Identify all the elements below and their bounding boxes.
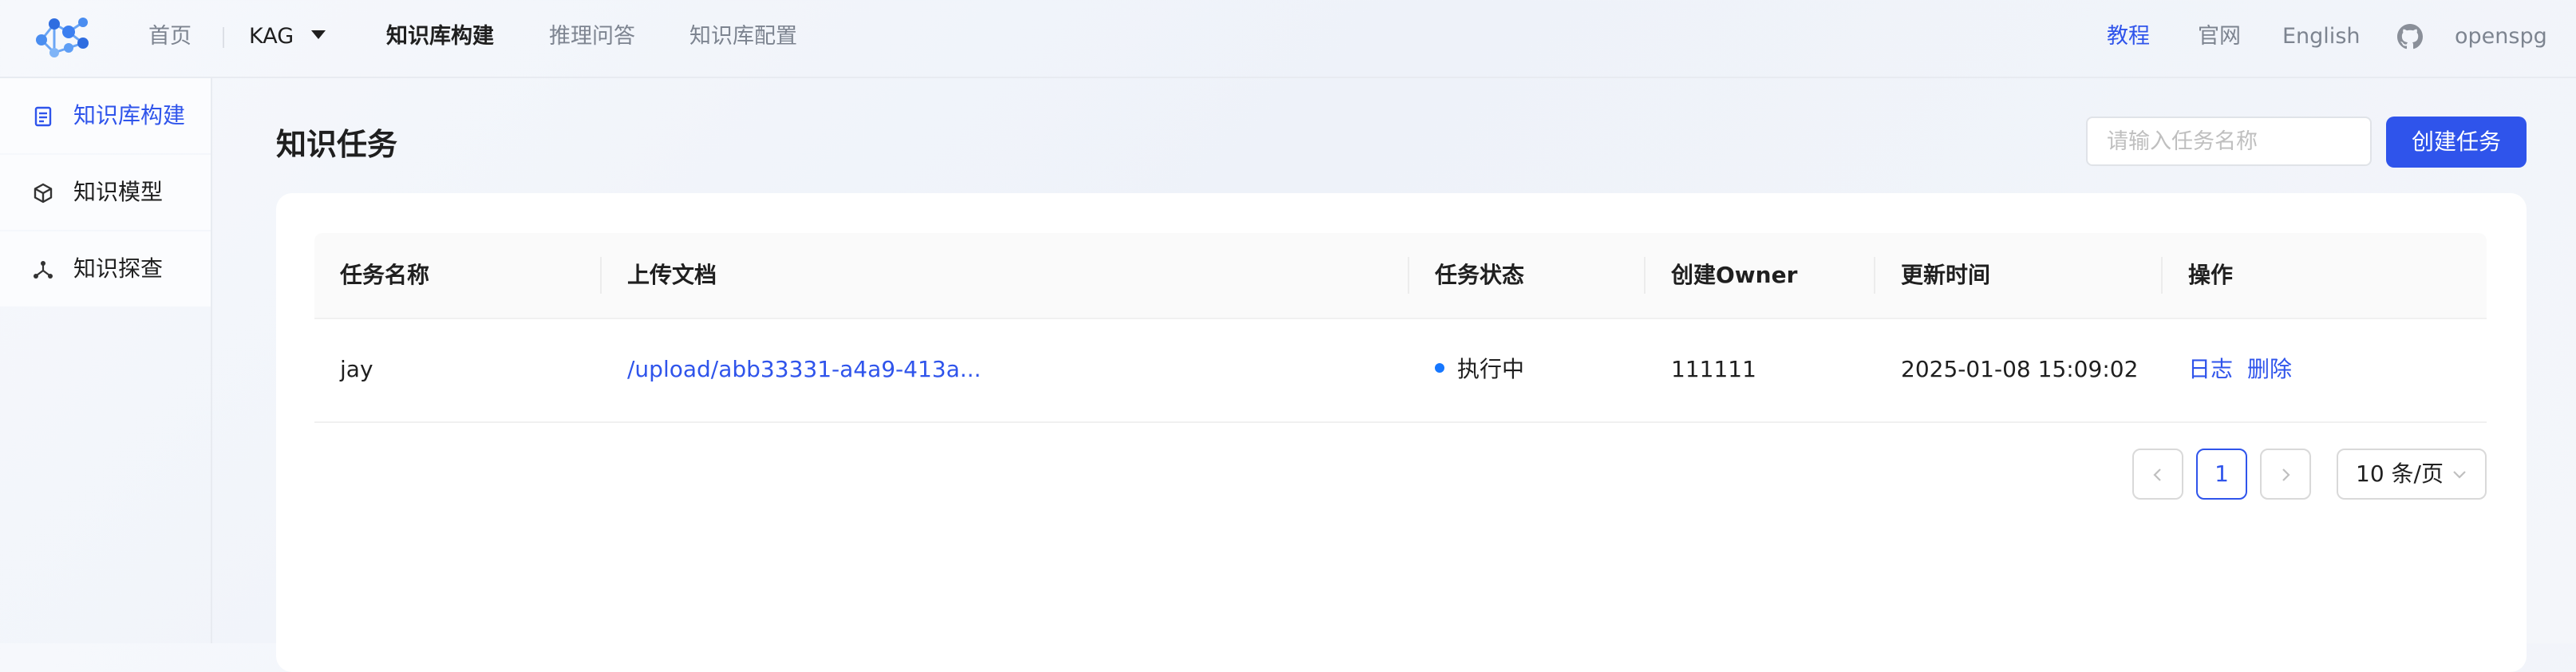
nodes-icon (34, 261, 53, 279)
page-title: 知识任务 (276, 127, 398, 162)
sidebar-item-knowledge-explore[interactable]: 知识探查 (0, 231, 211, 306)
sidebar-item-knowledge-build[interactable]: 知识库构建 (0, 78, 211, 153)
column-header-document: 上传文档 (627, 262, 717, 288)
cube-icon (34, 183, 53, 204)
status-dot-icon (1435, 363, 1444, 373)
column-header-status: 任务状态 (1435, 262, 1525, 288)
user-name[interactable]: openspg (2455, 0, 2547, 73)
chevron-right-icon (2282, 468, 2290, 481)
delete-link[interactable]: 删除 (2247, 318, 2292, 421)
create-task-button[interactable]: 创建任务 (2386, 117, 2527, 168)
column-divider (2161, 257, 2163, 294)
column-divider (1644, 257, 1646, 294)
project-selector[interactable]: KAG (249, 0, 326, 73)
task-name-cell: jay (340, 356, 373, 382)
top-navigation-bar: 首页 KAG 知识库构建 推理问答 知识库配置 教程 官网 English op… (0, 0, 2576, 78)
column-header-owner: 创建Owner (1671, 262, 1798, 288)
nav-tutorial-link[interactable]: 教程 (2107, 0, 2150, 73)
column-header-actions: 操作 (2188, 262, 2234, 288)
column-divider (1408, 257, 1409, 294)
status-text: 执行中 (1457, 356, 1525, 382)
nav-knowledge-config[interactable]: 知识库配置 (689, 0, 797, 73)
next-page-button[interactable] (2260, 449, 2311, 500)
sidebar-item-knowledge-model[interactable]: 知识模型 (0, 155, 211, 230)
status-badge: 执行中 (1435, 318, 1524, 421)
document-icon (34, 106, 52, 127)
github-icon[interactable] (2397, 24, 2423, 49)
sidebar: 知识库构建 知识模型 知识探查 (0, 78, 212, 643)
prev-page-button[interactable] (2132, 449, 2183, 500)
page-size-select[interactable]: 10 条/页 (2337, 449, 2487, 500)
language-switch[interactable]: English (2282, 0, 2361, 73)
nav-reasoning-qa[interactable]: 推理问答 (549, 0, 635, 73)
owner-cell: 111111 (1671, 356, 1756, 382)
chevron-down-icon (2453, 471, 2466, 479)
sidebar-item-label: 知识模型 (73, 179, 164, 205)
nav-home[interactable]: 首页 (148, 0, 192, 73)
page-size-value: 10 条/页 (2356, 461, 2444, 487)
kag-logo-icon[interactable] (30, 8, 99, 65)
nav-website-link[interactable]: 官网 (2198, 0, 2241, 73)
sidebar-item-label: 知识探查 (73, 255, 164, 282)
project-name: KAG (249, 24, 294, 49)
chevron-left-icon (2153, 468, 2161, 481)
column-divider (600, 257, 602, 294)
column-divider (1874, 257, 1875, 294)
column-header-updated: 更新时间 (1901, 262, 1991, 288)
document-link[interactable]: /upload/abb33331-a4a9-413a... (627, 318, 981, 421)
log-link[interactable]: 日志 (2188, 318, 2233, 421)
nav-knowledge-build[interactable]: 知识库构建 (386, 0, 494, 73)
sidebar-item-label: 知识库构建 (73, 102, 186, 128)
task-search-input[interactable] (2086, 117, 2372, 166)
updated-time-cell: 2025-01-08 15:09:02 (1901, 356, 2139, 382)
column-header-task-name: 任务名称 (340, 262, 430, 288)
caret-down-icon (311, 30, 326, 39)
page-number-button[interactable]: 1 (2196, 449, 2247, 500)
nav-divider (223, 27, 224, 48)
